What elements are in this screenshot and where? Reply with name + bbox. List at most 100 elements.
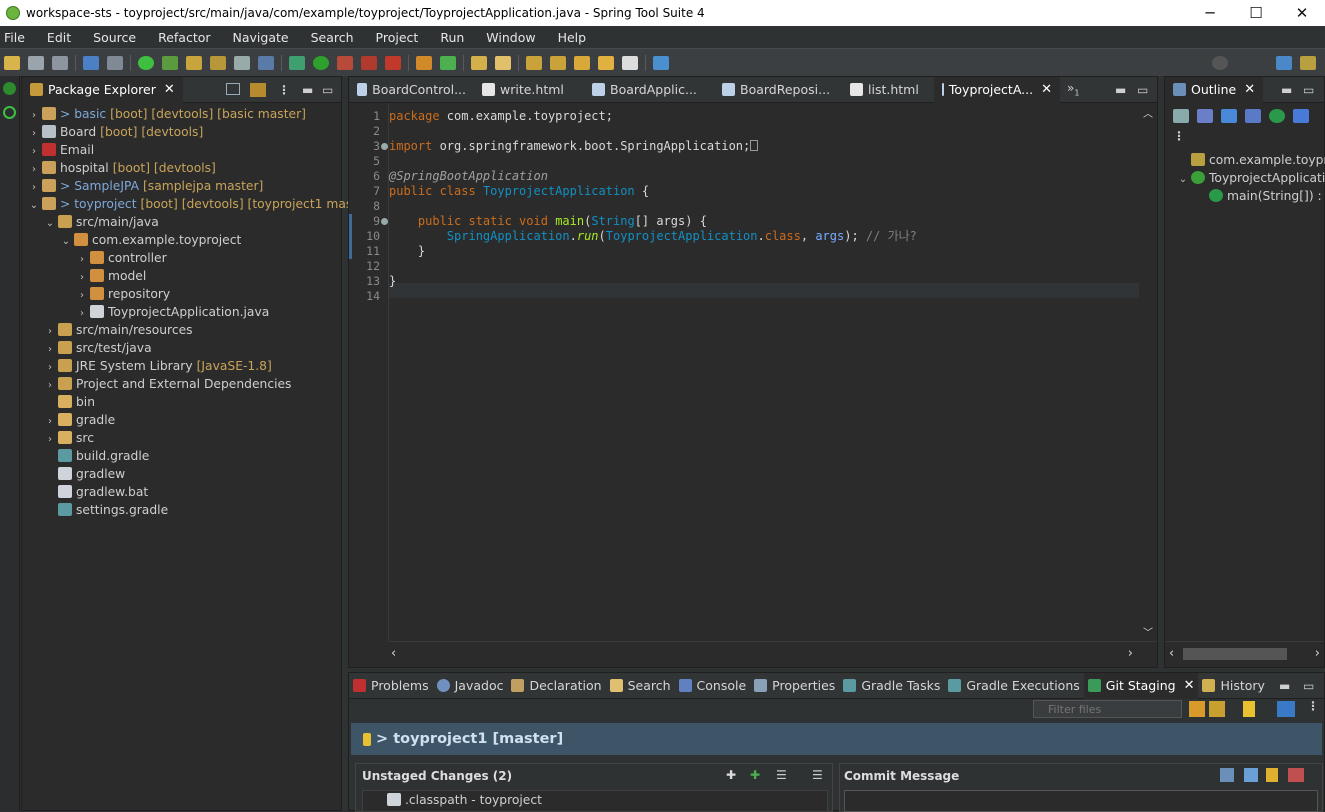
tree-item[interactable]: settings.gradle xyxy=(22,501,341,519)
boot-dashboard-icon[interactable] xyxy=(3,82,16,95)
stop-icon[interactable] xyxy=(361,55,377,70)
sort-icon[interactable]: ☰ xyxy=(812,768,823,782)
close-icon[interactable]: ✕ xyxy=(164,82,175,97)
coverage-icon[interactable] xyxy=(337,55,353,70)
minimize-view-icon[interactable]: ▬ xyxy=(1115,83,1126,97)
view-menu-icon[interactable]: ⋮ xyxy=(1173,129,1185,143)
collapse-all-icon[interactable] xyxy=(226,83,240,95)
save-icon[interactable] xyxy=(28,55,44,70)
tree-item[interactable]: › > basic [boot] [devtools] [basic master] xyxy=(22,105,341,123)
boot-dashboard-icon[interactable] xyxy=(138,55,154,70)
tab-package-explorer[interactable]: Package Explorer ✕ xyxy=(22,76,183,103)
menu-run[interactable]: Run xyxy=(426,30,472,45)
new-icon[interactable] xyxy=(4,55,20,70)
tree-item[interactable]: › Board [boot] [devtools] xyxy=(22,123,341,141)
menu-navigate[interactable]: Navigate xyxy=(219,30,297,45)
skip-breakpoints-icon[interactable] xyxy=(107,55,123,70)
chevron-down-icon[interactable]: ﹀ xyxy=(1143,624,1153,639)
new-java-project-icon[interactable] xyxy=(416,55,432,70)
view-menu-icon[interactable]: ⋮ xyxy=(1307,699,1319,713)
close-window-button[interactable]: ✕ xyxy=(1279,0,1325,26)
git-perspective-icon[interactable] xyxy=(1300,55,1316,70)
pin-editor-icon[interactable] xyxy=(653,55,669,70)
tree-item[interactable]: ⌄ com.example.toyproject xyxy=(22,231,341,249)
chevron-left-icon[interactable]: ‹ xyxy=(391,646,396,661)
amend-icon[interactable] xyxy=(1220,768,1234,782)
scrollbar-thumb[interactable] xyxy=(1183,648,1287,660)
hide-fields-icon[interactable] xyxy=(1221,109,1237,123)
back-icon[interactable] xyxy=(598,55,614,70)
tab-gradle-executions[interactable]: Gradle Executions xyxy=(944,673,1083,699)
tab-search[interactable]: Search xyxy=(606,673,675,699)
code-text[interactable]: package com.example.toyproject; import o… xyxy=(389,103,1139,641)
presentation-icon[interactable] xyxy=(1277,701,1295,717)
tree-item[interactable]: › model xyxy=(22,267,341,285)
tree-item[interactable]: › repository xyxy=(22,285,341,303)
last-edit-icon[interactable] xyxy=(574,55,590,70)
tab-board-controller[interactable]: BoardControl... xyxy=(349,77,474,103)
save-all-icon[interactable] xyxy=(52,55,68,70)
debug-icon[interactable] xyxy=(289,55,305,70)
chevron-right-icon[interactable]: › xyxy=(1128,646,1133,661)
tree-item[interactable]: › controller xyxy=(22,249,341,267)
tab-problems[interactable]: Problems xyxy=(349,673,433,699)
folded-block-marker[interactable] xyxy=(750,140,759,151)
tree-item[interactable]: › ToyprojectApplication.java xyxy=(22,303,341,321)
tab-properties[interactable]: Properties xyxy=(750,673,839,699)
commit-message-input[interactable] xyxy=(844,790,1318,812)
new-class-icon[interactable] xyxy=(440,55,456,70)
tab-git-staging[interactable]: Git Staging ✕ xyxy=(1083,672,1199,699)
outline-horizontal-scrollbar[interactable]: ‹ › xyxy=(1165,641,1324,667)
tree-item[interactable]: › Email xyxy=(22,141,341,159)
debug-perspective-icon[interactable] xyxy=(1276,55,1292,70)
tab-toyproject-application[interactable]: ToyprojectA... ✕ xyxy=(934,76,1060,103)
hide-local-types-icon[interactable] xyxy=(1293,109,1309,123)
menu-refactor[interactable]: Refactor xyxy=(144,30,218,45)
tree-item[interactable]: › Project and External Dependencies xyxy=(22,375,341,393)
mark-occurrences-icon[interactable] xyxy=(186,55,202,70)
menu-source[interactable]: Source xyxy=(79,30,144,45)
chevron-right-icon[interactable]: › xyxy=(1315,646,1320,661)
minimize-view-icon[interactable]: ▬ xyxy=(1281,83,1292,97)
tree-item[interactable]: build.gradle xyxy=(22,447,341,465)
tree-item[interactable]: › src/test/java xyxy=(22,339,341,357)
terminal-icon[interactable] xyxy=(83,55,99,70)
outline-item[interactable]: com.example.toypr xyxy=(1165,151,1325,169)
fold-expand-icon[interactable] xyxy=(381,143,388,150)
tree-item[interactable]: › JRE System Library [JavaSE-1.8] xyxy=(22,357,341,375)
menu-project[interactable]: Project xyxy=(362,30,427,45)
line-number-fold[interactable]: 9 xyxy=(349,214,388,229)
tab-board-repository[interactable]: BoardReposi... xyxy=(714,77,842,103)
power-icon[interactable] xyxy=(3,106,16,119)
pilcrow-icon[interactable] xyxy=(258,55,274,70)
spring-icon[interactable] xyxy=(162,55,178,70)
link-selection-icon[interactable] xyxy=(1209,701,1225,717)
link-with-editor-icon[interactable] xyxy=(250,83,266,97)
maximize-button[interactable]: ☐ xyxy=(1233,0,1279,26)
tree-item[interactable]: gradlew.bat xyxy=(22,483,341,501)
minimize-button[interactable]: ─ xyxy=(1187,0,1233,26)
list-item[interactable]: .classpath - toyproject xyxy=(363,791,827,809)
add-all-icon[interactable]: ✚ xyxy=(750,768,763,782)
search-toolbar-icon[interactable] xyxy=(495,55,511,70)
outline-item[interactable]: main(String[]) : xyxy=(1165,187,1324,205)
editor-horizontal-scrollbar[interactable]: ‹ › xyxy=(389,641,1157,667)
chevron-left-icon[interactable]: ‹ xyxy=(1169,646,1174,661)
show-whitespace-icon[interactable] xyxy=(234,55,250,70)
tab-declaration[interactable]: Declaration xyxy=(507,673,605,699)
tab-javadoc[interactable]: Javadoc xyxy=(433,673,508,699)
lock-icon[interactable] xyxy=(1266,768,1278,782)
add-icon[interactable]: ✚ xyxy=(726,768,739,782)
block-selection-icon[interactable] xyxy=(210,55,226,70)
tab-gradle-tasks[interactable]: Gradle Tasks xyxy=(839,673,944,699)
java-editor[interactable]: 1 2 3 5 6 7 8 9 10 11 12 13 14 package c… xyxy=(349,103,1157,667)
tree-item[interactable]: ⌄ > toyproject [boot] [devtools] [toyproje… xyxy=(22,195,375,213)
maximize-view-icon[interactable]: ▭ xyxy=(1303,83,1314,97)
menu-edit[interactable]: Edit xyxy=(33,30,79,45)
tab-list-html[interactable]: list.html xyxy=(842,77,934,103)
menu-search[interactable]: Search xyxy=(297,30,362,45)
maximize-view-icon[interactable]: ▭ xyxy=(1137,83,1148,97)
forward-icon[interactable] xyxy=(622,55,638,70)
signoff-icon[interactable] xyxy=(1244,768,1258,782)
line-number-fold[interactable]: 3 xyxy=(349,139,388,154)
